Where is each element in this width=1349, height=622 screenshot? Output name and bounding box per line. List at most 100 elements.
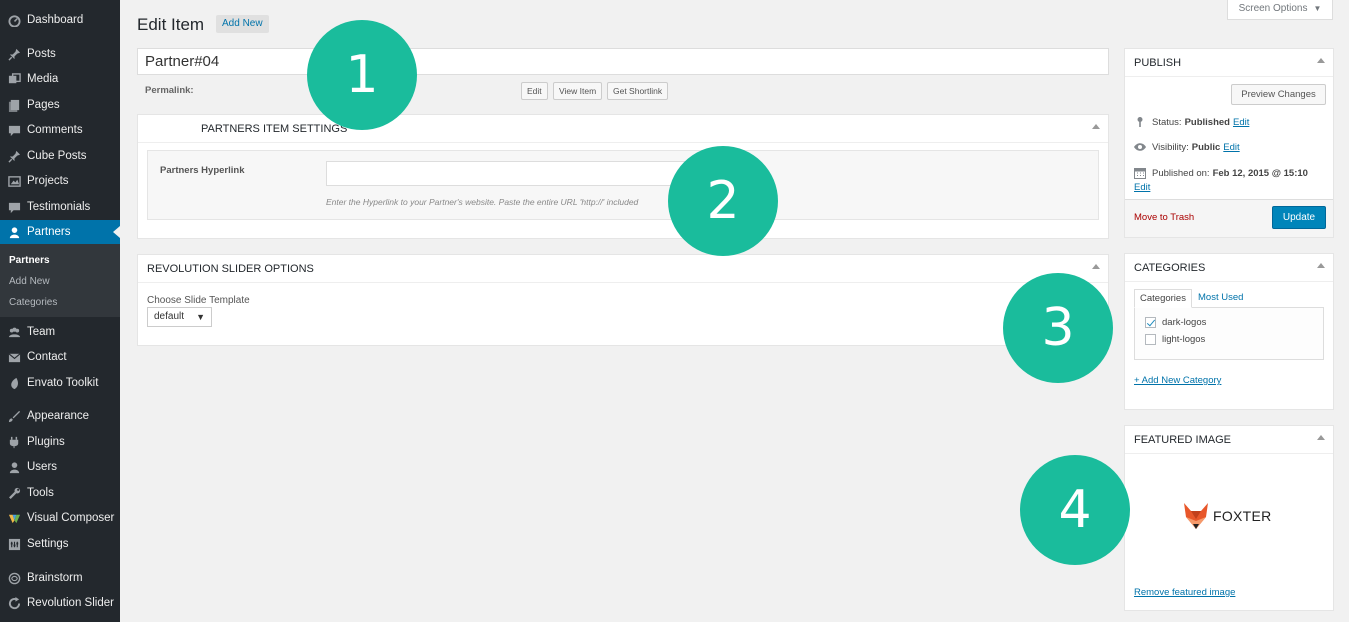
add-new-category-link[interactable]: + Add New Category: [1134, 375, 1221, 386]
status-value: Published: [1184, 116, 1230, 128]
revslider-options-header[interactable]: REVOLUTION SLIDER OPTIONS: [138, 255, 1108, 283]
partners-settings-header[interactable]: PARTNERS ITEM SETTINGS: [138, 115, 1108, 143]
screen-options-button[interactable]: Screen Options ▼: [1227, 0, 1333, 20]
slide-template-value: default: [154, 311, 185, 322]
category-item[interactable]: light-logos: [1145, 334, 1205, 345]
sidebar-item-users[interactable]: Users: [0, 455, 120, 479]
callout-2: 2: [668, 146, 778, 256]
slide-template-label: Choose Slide Template: [147, 295, 250, 306]
sidebar-item-revolution-slider[interactable]: Revolution Slider: [0, 591, 120, 615]
brain-icon: [7, 571, 21, 585]
key-pin-icon: [1137, 117, 1143, 127]
sidebar-item-comments[interactable]: Comments: [0, 118, 120, 142]
hyperlink-input[interactable]: [326, 161, 706, 186]
featured-image-box: FEATURED IMAGE FOXTER Remove featured im…: [1124, 425, 1334, 611]
sidebar-item-envato-toolkit[interactable]: Envato Toolkit: [0, 371, 120, 395]
featured-image-thumbnail[interactable]: FOXTER: [1182, 501, 1272, 531]
sidebar-item-label: Envato Toolkit: [27, 377, 99, 389]
sidebar-item-label: Cube Posts: [27, 150, 87, 162]
comment-icon: [7, 123, 21, 137]
permalink-label: Permalink:: [145, 85, 194, 96]
calendar-icon: [1134, 168, 1146, 179]
hyperlink-label: Partners Hyperlink: [160, 165, 245, 176]
sidebar-item-visual-composer[interactable]: Visual Composer: [0, 506, 120, 530]
screen-options-label: Screen Options: [1238, 3, 1308, 14]
sidebar-item-label: Team: [27, 326, 56, 338]
visibility-edit-link[interactable]: Edit: [1223, 142, 1239, 153]
fox-logo-text: FOXTER: [1213, 508, 1272, 524]
revslider-options-box: REVOLUTION SLIDER OPTIONS Choose Slide T…: [137, 254, 1109, 346]
sidebar-item-label: Media: [27, 73, 59, 85]
category-checkbox[interactable]: [1145, 334, 1156, 345]
permalink-edit-button[interactable]: Edit: [521, 82, 548, 100]
move-to-trash-link[interactable]: Move to Trash: [1134, 212, 1194, 223]
submenu-add-new[interactable]: Add New: [9, 276, 50, 287]
post-title-input[interactable]: Partner#04: [137, 48, 1109, 75]
slide-template-select[interactable]: default ▼: [147, 307, 212, 327]
published-edit-link[interactable]: Edit: [1134, 182, 1150, 193]
sidebar-item-testimonials[interactable]: Testimonials: [0, 195, 120, 219]
user-icon: [7, 225, 21, 239]
submenu-partners[interactable]: Partners: [9, 255, 50, 266]
vc-icon: [7, 511, 21, 525]
status-edit-link[interactable]: Edit: [1233, 117, 1249, 128]
collapse-toggle-icon[interactable]: [1317, 58, 1325, 63]
sidebar-item-tools[interactable]: Tools: [0, 481, 120, 505]
category-checkbox-checked[interactable]: [1145, 317, 1156, 328]
sidebar-item-label: Dashboard: [27, 14, 84, 26]
preview-changes-button[interactable]: Preview Changes: [1231, 84, 1326, 105]
sidebar-item-dashboard[interactable]: Dashboard: [0, 8, 120, 32]
comment-icon: [7, 200, 21, 214]
page-title: Edit Item: [137, 15, 205, 34]
brush-icon: [7, 409, 21, 423]
category-label: dark-logos: [1162, 317, 1207, 328]
tab-all-categories[interactable]: Categories: [1134, 289, 1192, 308]
caret-down-icon: ▼: [196, 312, 205, 322]
sidebar-item-label: Brainstorm: [27, 572, 83, 584]
sidebar-item-brainstorm[interactable]: Brainstorm: [0, 566, 120, 590]
sidebar-item-projects[interactable]: Projects: [0, 169, 120, 193]
category-item[interactable]: dark-logos: [1145, 317, 1206, 328]
sidebar-item-appearance[interactable]: Appearance: [0, 404, 120, 428]
pages-icon: [7, 98, 21, 112]
collapse-toggle-icon[interactable]: [1317, 435, 1325, 440]
published-row: Published on: Feb 12, 2015 @ 15:10: [1134, 167, 1308, 179]
get-shortlink-button[interactable]: Get Shortlink: [607, 82, 669, 100]
status-row: Status: Published Edit: [1134, 116, 1249, 128]
view-item-button[interactable]: View Item: [553, 82, 603, 100]
plugin-icon: [7, 435, 21, 449]
published-value: Feb 12, 2015 @ 15:10: [1212, 167, 1308, 179]
pin-icon: [7, 149, 21, 163]
update-button[interactable]: Update: [1272, 206, 1326, 229]
sidebar-item-label: Testimonials: [27, 201, 91, 213]
sidebar-item-contact[interactable]: Contact: [0, 345, 120, 369]
remove-featured-image-link[interactable]: Remove featured image: [1134, 587, 1235, 598]
sidebar-item-plugins[interactable]: Plugins: [0, 430, 120, 454]
collapse-toggle-icon[interactable]: [1092, 264, 1100, 269]
sidebar-item-posts[interactable]: Posts: [0, 42, 120, 66]
sidebar-item-settings[interactable]: Settings: [0, 532, 120, 556]
visibility-value: Public: [1191, 141, 1221, 153]
sidebar-item-partners[interactable]: Partners: [0, 220, 120, 244]
eye-icon: [1134, 143, 1146, 151]
tab-most-used[interactable]: Most Used: [1193, 289, 1248, 308]
category-checklist: dark-logos light-logos: [1134, 307, 1324, 360]
categories-header[interactable]: CATEGORIES: [1125, 254, 1333, 282]
publish-header[interactable]: PUBLISH: [1125, 49, 1333, 77]
collapse-toggle-icon[interactable]: [1092, 124, 1100, 129]
published-label: Published on:: [1152, 167, 1210, 179]
chevron-down-icon: ▼: [1313, 4, 1322, 13]
sidebar-item-cube-posts[interactable]: Cube Posts: [0, 144, 120, 168]
sidebar-item-team[interactable]: Team: [0, 320, 120, 344]
add-new-button[interactable]: Add New: [216, 15, 269, 33]
collapse-toggle-icon[interactable]: [1317, 263, 1325, 268]
sidebar-item-label: Settings: [27, 538, 69, 550]
publish-actions: Move to Trash Update: [1125, 199, 1333, 237]
sidebar-item-label: Visual Composer: [27, 512, 115, 524]
sidebar-item-label: Contact: [27, 351, 67, 363]
media-icon: [7, 72, 21, 86]
featured-image-header[interactable]: FEATURED IMAGE: [1125, 426, 1333, 454]
sidebar-item-pages[interactable]: Pages: [0, 93, 120, 117]
sidebar-item-media[interactable]: Media: [0, 67, 120, 91]
submenu-categories[interactable]: Categories: [9, 297, 57, 308]
